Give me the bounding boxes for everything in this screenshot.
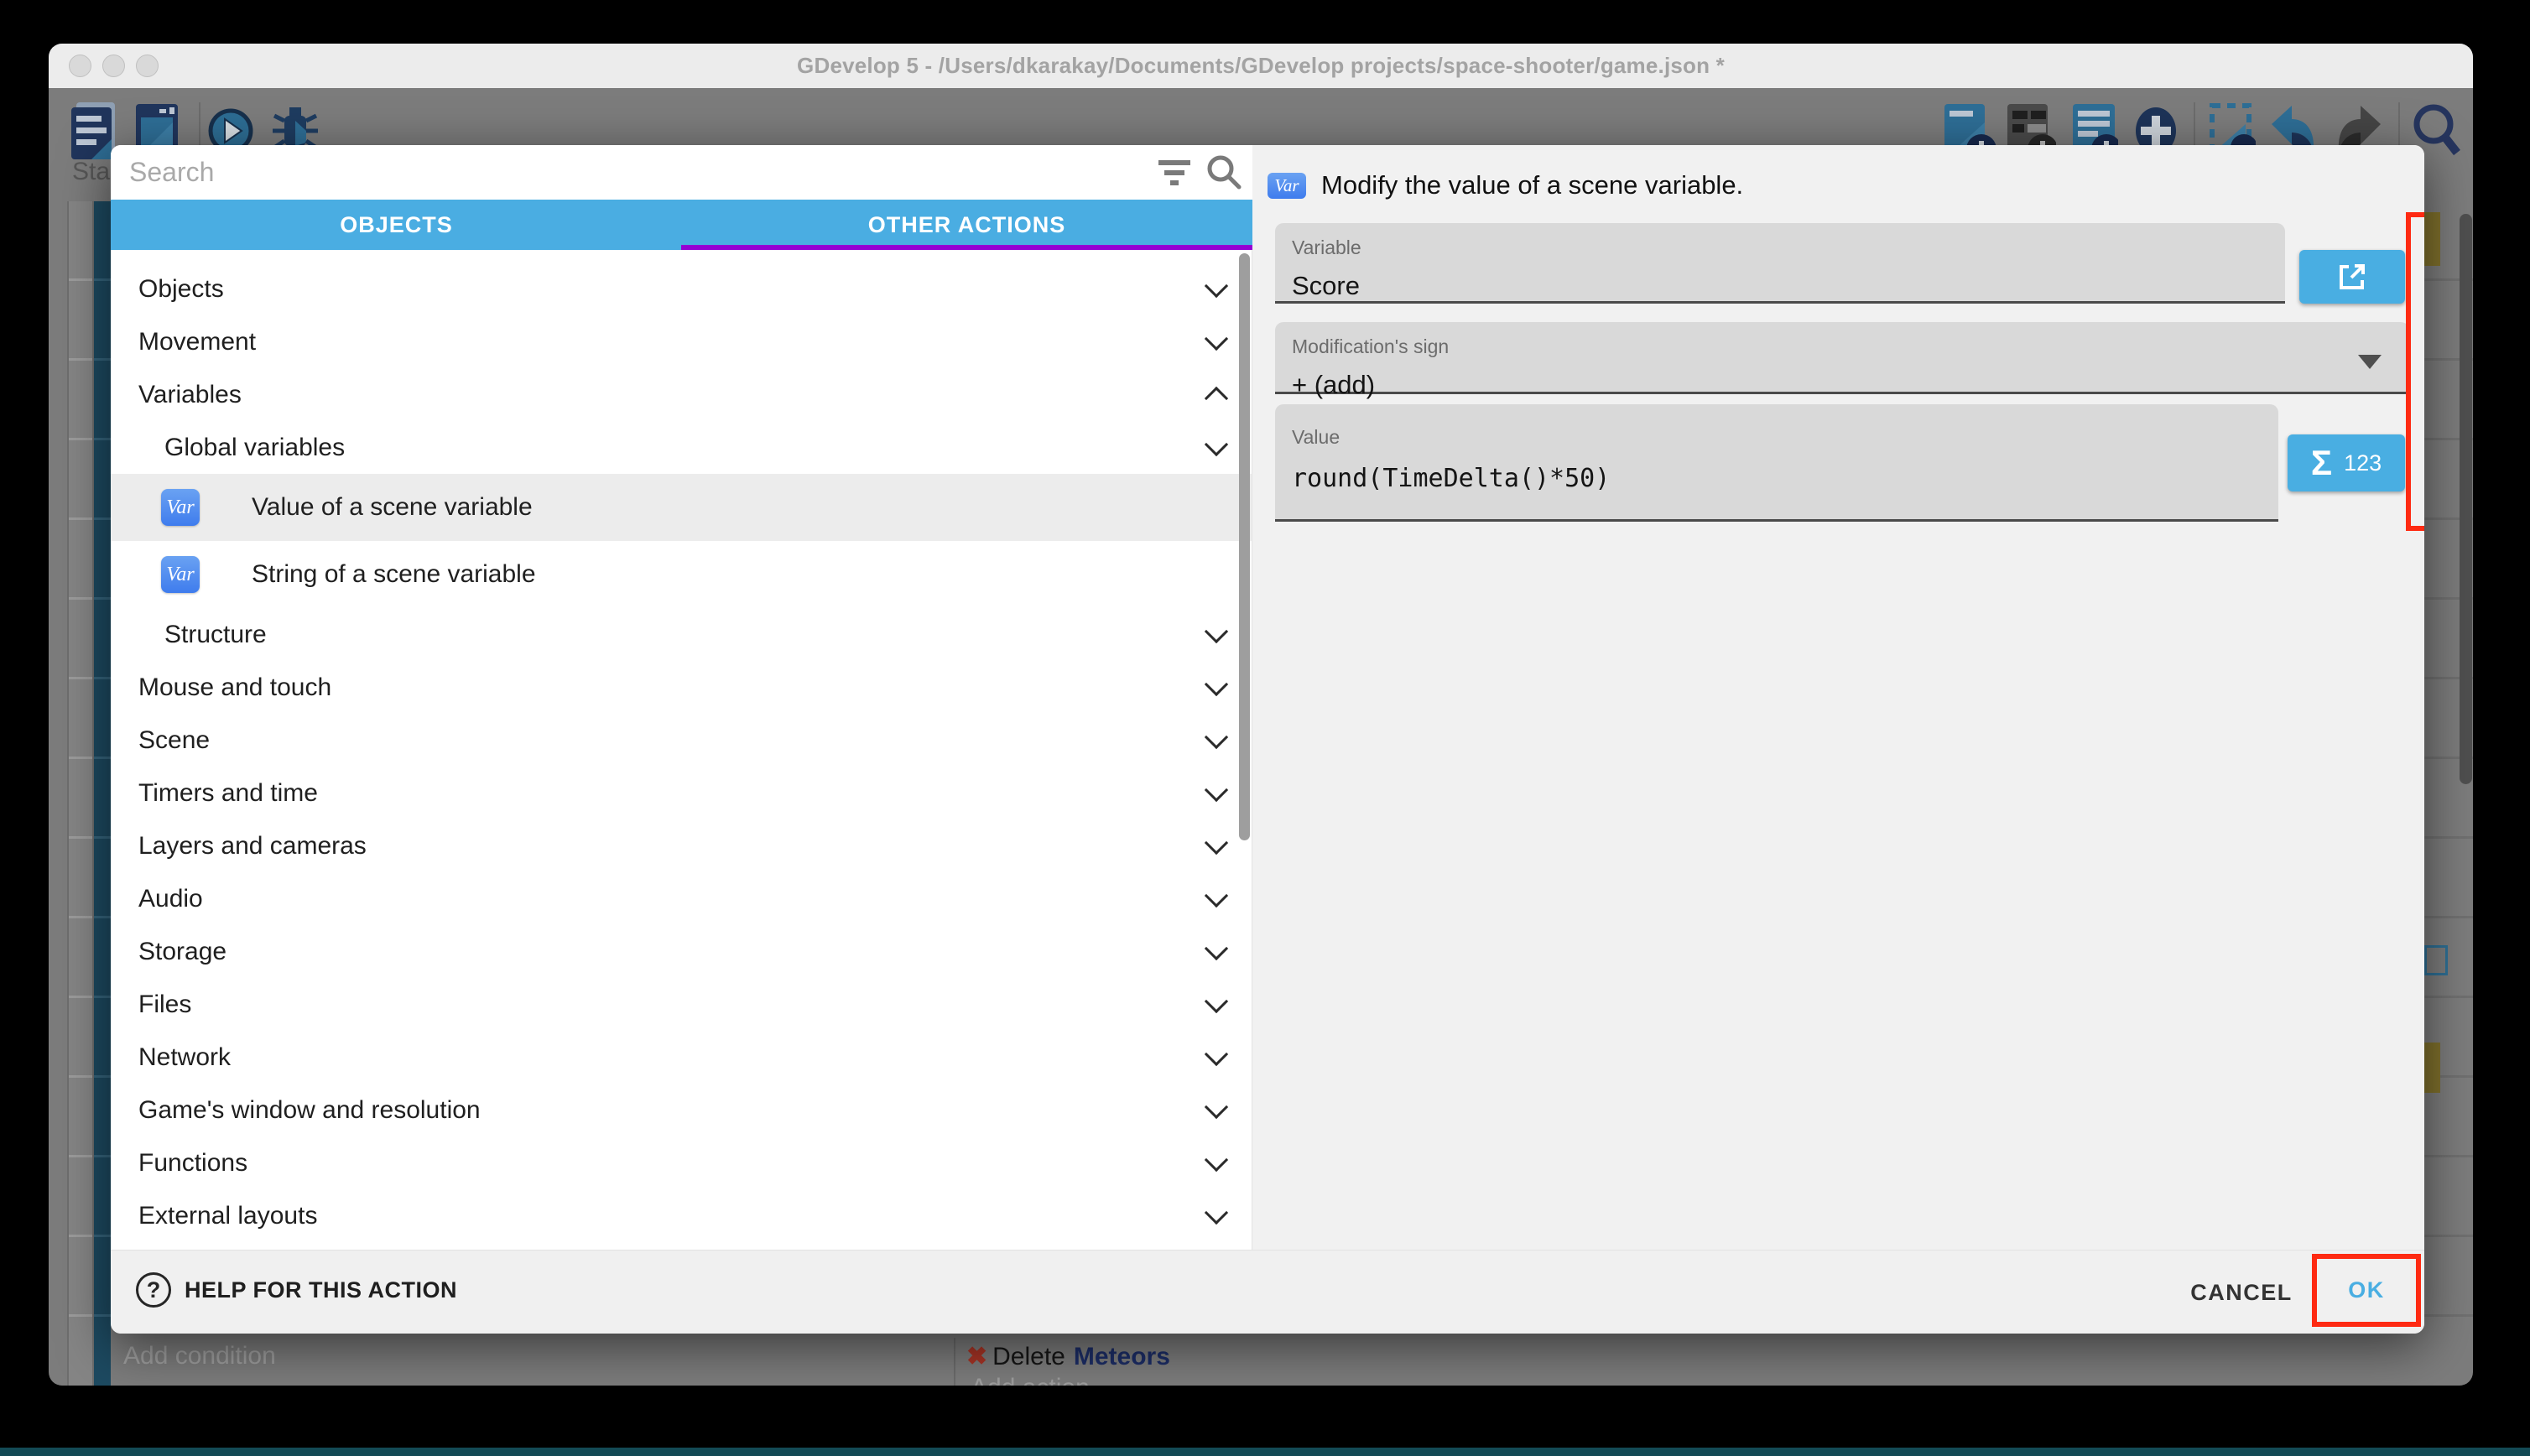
list-item-scene[interactable]: Scene [111, 714, 1252, 767]
value-field[interactable]: Value round(TimeDelta()*50) [1275, 404, 2278, 522]
tab-other-actions[interactable]: OTHER ACTIONS [681, 200, 1252, 250]
list-item-variables[interactable]: Variables [111, 368, 1252, 421]
chevron-down-icon [1205, 1043, 1228, 1066]
chevron-up-icon [1205, 387, 1228, 410]
instruction-editor-dialog: OBJECTS OTHER ACTIONS Objects Movement V… [111, 145, 2424, 1334]
list-item-movement[interactable]: Movement [111, 315, 1252, 368]
search-bar [111, 145, 1252, 200]
external-link-icon [2335, 259, 2370, 294]
action-category-list: Objects Movement Variables Global variab… [111, 250, 1252, 1250]
chevron-down-icon [1205, 673, 1228, 696]
chevron-down-icon [1205, 778, 1228, 802]
add-action-button[interactable]: Add action [971, 1374, 1090, 1386]
list-item-structure[interactable]: Structure [111, 608, 1252, 661]
dialog-footer: ? HELP FOR THIS ACTION CANCEL OK [111, 1250, 2424, 1334]
dropdown-caret-icon [2358, 355, 2382, 369]
filter-icon [1155, 153, 1194, 192]
list-item-storage[interactable]: Storage [111, 925, 1252, 978]
chevron-down-icon [1205, 725, 1228, 749]
list-item-network[interactable]: Network [111, 1031, 1252, 1084]
list-scrollbar[interactable] [1239, 253, 1250, 840]
tab-bar: OBJECTS OTHER ACTIONS [111, 200, 1252, 250]
value-field-value: round(TimeDelta()*50) [1292, 464, 2262, 493]
chevron-down-icon [1205, 433, 1228, 456]
scene-tab-label[interactable]: Sta [72, 158, 110, 186]
var-icon: Var [1268, 173, 1306, 199]
variable-field-value: Score [1292, 271, 2268, 301]
cancel-button[interactable]: CANCEL [2149, 1269, 2334, 1316]
list-item-external-layouts[interactable]: External layouts [111, 1189, 1252, 1242]
list-item-functions[interactable]: Functions [111, 1136, 1252, 1189]
event-row-bottom: Add condition ✖ Delete Meteors Add actio… [111, 1338, 2424, 1386]
highlighted-event-bar [2424, 212, 2440, 266]
chevron-down-icon [1205, 274, 1228, 298]
value-field-label: Value [1292, 426, 2262, 449]
list-item-timers-and-time[interactable]: Timers and time [111, 767, 1252, 819]
chevron-down-icon [1205, 937, 1228, 960]
tab-objects[interactable]: OBJECTS [111, 200, 682, 250]
list-item-objects[interactable]: Objects [111, 263, 1252, 315]
chevron-down-icon [1205, 620, 1228, 643]
chevron-down-icon [1205, 831, 1228, 855]
var-icon: Var [161, 556, 200, 593]
help-icon: ? [136, 1272, 171, 1308]
list-item-global-variables[interactable]: Global variables [111, 421, 1252, 474]
events-scrollbar[interactable] [2460, 214, 2472, 784]
list-item-layers-and-cameras[interactable]: Layers and cameras [111, 819, 1252, 872]
window-title: GDevelop 5 - /Users/dkarakay/Documents/G… [49, 44, 2473, 88]
help-button[interactable]: ? HELP FOR THIS ACTION [136, 1272, 457, 1308]
list-item-files[interactable]: Files [111, 978, 1252, 1031]
event-row-handles-column [67, 201, 94, 1386]
titlebar: GDevelop 5 - /Users/dkarakay/Documents/G… [49, 44, 2473, 88]
chevron-down-icon [1205, 990, 1228, 1013]
highlighted-event-bar [2424, 1043, 2440, 1093]
event-conditions-column [94, 201, 111, 1386]
help-label: HELP FOR THIS ACTION [185, 1277, 457, 1303]
action-title: Modify the value of a scene variable. [1321, 170, 1743, 200]
search-input[interactable] [129, 150, 1119, 194]
selected-event-outline [2424, 945, 2448, 975]
filter-button[interactable] [1155, 153, 1194, 192]
list-item-inventories[interactable]: Inventories [111, 1242, 1252, 1250]
chevron-down-icon [1205, 1095, 1228, 1119]
list-item-mouse-and-touch[interactable]: Mouse and touch [111, 661, 1252, 714]
add-condition-button[interactable]: Add condition [123, 1342, 276, 1370]
modification-sign-label: Modification's sign [1292, 335, 2392, 358]
sigma-icon: Σ [2311, 445, 2332, 481]
ok-button[interactable]: OK [2348, 1277, 2385, 1303]
variable-field[interactable]: Variable Score [1275, 223, 2285, 304]
expression-builder-button[interactable]: Σ 123 [2288, 434, 2405, 491]
delete-meteors-action[interactable]: ✖ Delete Meteors [966, 1342, 1170, 1371]
var-icon: Var [161, 489, 200, 526]
desktop-background-strip [0, 1448, 2530, 1456]
action-parameters-panel: Var Modify the value of a scene variable… [1252, 145, 2424, 1250]
expression-badge: 123 [2344, 450, 2382, 476]
list-item-string-of-scene-variable[interactable]: Var String of a scene variable [111, 541, 1252, 608]
list-item-audio[interactable]: Audio [111, 872, 1252, 925]
open-variables-editor-button[interactable] [2299, 250, 2405, 304]
list-item-games-window-and-resolution[interactable]: Game's window and resolution [111, 1084, 1252, 1136]
app-window: Sta Add condition ✖ Delete Meteors Add a… [49, 44, 2473, 1386]
chevron-down-icon [1205, 884, 1228, 907]
variable-field-label: Variable [1292, 237, 2268, 259]
chevron-down-icon [1205, 327, 1228, 351]
search-icon-button[interactable] [1204, 152, 1244, 192]
conditions-actions-divider [954, 1338, 955, 1386]
action-header: Var Modify the value of a scene variable… [1268, 170, 1743, 200]
delete-icon: ✖ [966, 1342, 987, 1371]
modification-sign-value: + (add) [1292, 370, 2392, 400]
list-item-value-of-scene-variable[interactable]: Var Value of a scene variable [111, 474, 1252, 541]
search-icon [1204, 152, 1244, 192]
chevron-down-icon [1205, 1201, 1228, 1225]
modification-sign-select[interactable]: Modification's sign + (add) [1275, 322, 2409, 394]
chevron-down-icon [1205, 1148, 1228, 1172]
ok-highlight-box: OK [2312, 1254, 2421, 1327]
